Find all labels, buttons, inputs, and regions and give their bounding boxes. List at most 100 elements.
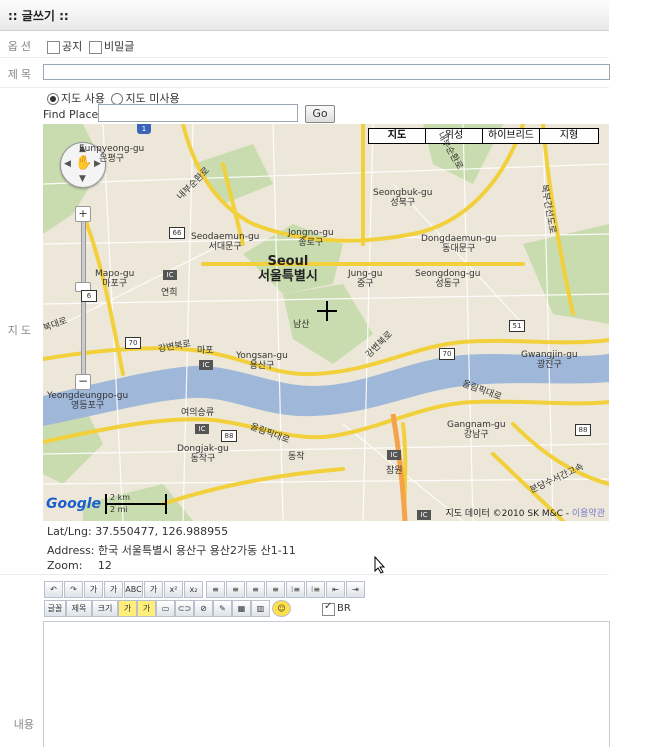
- scale-km: 2 km: [110, 493, 131, 502]
- place-label: Seongbuk-gu 성북구: [373, 188, 433, 208]
- divider: [0, 574, 609, 575]
- maptype-terrain-button[interactable]: 지형: [539, 128, 599, 144]
- title-label: 제목: [7, 68, 34, 81]
- align-center-button[interactable]: ≡: [226, 581, 245, 598]
- route-shield: 88: [221, 430, 237, 442]
- zoom-out-button[interactable]: −: [75, 374, 91, 390]
- place-label: 동작: [288, 452, 305, 462]
- title-input[interactable]: [43, 64, 610, 80]
- outdent-button[interactable]: ⇤: [326, 581, 345, 598]
- route-shield: 1: [137, 124, 151, 134]
- go-button[interactable]: Go: [305, 105, 335, 123]
- indent-button[interactable]: ⇥: [346, 581, 365, 598]
- place-label: Gwangjin-gu 광진구: [521, 350, 578, 370]
- find-place-input[interactable]: [98, 104, 298, 122]
- place-label: Jongno-gu 종로구: [288, 228, 334, 248]
- divider: [0, 57, 609, 58]
- mouse-cursor-icon: [374, 556, 386, 574]
- copyright-text: 지도 데이터 ©2010 SK M&C -: [445, 509, 572, 519]
- br-checkbox[interactable]: ✓: [322, 601, 335, 616]
- place-label: Seodaemun-gu 서대문구: [191, 232, 260, 252]
- box-button[interactable]: ▭: [156, 600, 175, 617]
- content-textarea[interactable]: [43, 621, 610, 747]
- text-color-button[interactable]: 가: [118, 600, 137, 617]
- heading-button[interactable]: 제목: [66, 600, 92, 617]
- options-label: 옵션: [7, 40, 34, 53]
- map-use-radio[interactable]: [47, 93, 59, 105]
- route-shield: 88: [575, 424, 591, 436]
- br-label: BR: [337, 603, 351, 614]
- notice-checkbox[interactable]: [47, 40, 60, 54]
- map-view[interactable]: 지도 위성 하이브리드 지형 ▲ ▼ ◀ ▶ ✋ + − Eunpyeong-g…: [43, 124, 609, 521]
- ic-marker: IC: [199, 360, 213, 370]
- notice-label: 공지: [62, 40, 83, 53]
- secret-checkbox[interactable]: [89, 40, 102, 54]
- unordered-list-button[interactable]: ⁝≡: [306, 581, 325, 598]
- terms-link[interactable]: 이용약관: [572, 509, 605, 519]
- map-label: 지도: [7, 324, 34, 337]
- place-label: Eunpyeong-gu 은평구: [79, 144, 145, 164]
- place-label: 잠원: [386, 466, 403, 476]
- page-title: :: 글쓰기 ::: [8, 9, 69, 23]
- route-shield: 66: [169, 227, 185, 239]
- secret-option[interactable]: 비밀글: [89, 38, 134, 54]
- google-logo: Google: [46, 496, 102, 512]
- maptype-satellite-button[interactable]: 위성: [425, 128, 483, 144]
- route-shield: 70: [125, 337, 141, 349]
- route-shield: 51: [509, 320, 525, 332]
- find-place-label: Find Place:: [43, 108, 102, 121]
- maptype-hybrid-button[interactable]: 하이브리드: [482, 128, 540, 144]
- italic-button[interactable]: 가: [144, 581, 163, 598]
- place-label: 남산: [293, 320, 310, 330]
- latlng-label: Lat/Lng:: [47, 525, 92, 538]
- image-button[interactable]: ▦: [232, 600, 251, 617]
- font-button[interactable]: 글꼴: [44, 600, 66, 617]
- justify-button[interactable]: ≡: [266, 581, 285, 598]
- bold-button[interactable]: 가: [84, 581, 103, 598]
- zoom-label: Zoom:: [47, 559, 83, 572]
- size-button[interactable]: 크기: [92, 600, 118, 617]
- link-button[interactable]: ⊂⊃: [175, 600, 194, 617]
- maptype-map-button[interactable]: 지도: [368, 128, 426, 144]
- place-label: Dongjak-gu 동작구: [177, 444, 229, 464]
- redo-button[interactable]: ↷: [64, 581, 83, 598]
- notice-option[interactable]: 공지: [47, 38, 82, 54]
- table-button[interactable]: ▥: [251, 600, 270, 617]
- place-label: Seongdong-gu 성동구: [415, 269, 481, 289]
- pan-down-icon[interactable]: ▼: [79, 174, 86, 184]
- ic-marker: IC: [387, 450, 401, 460]
- bg-color-button[interactable]: 가: [137, 600, 156, 617]
- scale-mi: 2 mi: [110, 505, 128, 514]
- zoom-value: 12: [97, 559, 112, 572]
- latlng-value: 37.550477, 126.988955: [95, 525, 229, 538]
- place-label: Jung-gu 중구: [348, 269, 383, 289]
- pen-button[interactable]: ✎: [213, 600, 232, 617]
- undo-button[interactable]: ↶: [44, 581, 63, 598]
- place-label: Mapo-gu 마포구: [95, 269, 135, 289]
- align-left-button[interactable]: ≡: [206, 581, 225, 598]
- city-label: Seoul 서울특별시: [258, 254, 318, 284]
- unlink-button[interactable]: ⊘: [194, 600, 213, 617]
- write-header: :: 글쓰기 ::: [0, 0, 609, 31]
- place-label: 여의승류: [181, 408, 215, 418]
- zoom-in-button[interactable]: +: [75, 206, 91, 222]
- pan-left-icon[interactable]: ◀: [64, 159, 71, 169]
- strikethrough-button[interactable]: ABC: [124, 581, 143, 598]
- place-label: 연희: [161, 288, 178, 298]
- route-shield: 6: [81, 290, 97, 302]
- underline-button[interactable]: 가: [104, 581, 123, 598]
- zoom-row: Zoom: 12: [47, 559, 112, 572]
- superscript-button[interactable]: x²: [164, 581, 183, 598]
- align-right-button[interactable]: ≡: [246, 581, 265, 598]
- route-shield: 70: [439, 348, 455, 360]
- place-label: Yongsan-gu 용산구: [236, 351, 288, 371]
- place-label: 마포: [197, 346, 214, 356]
- latlng-row: Lat/Lng: 37.550477, 126.988955: [47, 525, 228, 538]
- subscript-button[interactable]: x₂: [184, 581, 203, 598]
- scale-bar: 2 km 2 mi: [105, 493, 167, 514]
- emoticon-button[interactable]: ☺: [272, 600, 291, 617]
- ic-marker: IC: [163, 270, 177, 280]
- content-label: 내용: [13, 718, 34, 731]
- ordered-list-button[interactable]: ⁝≡: [286, 581, 305, 598]
- address-row: Address: 한국 서울특별시 용산구 용산2가동 산1-11: [47, 542, 296, 558]
